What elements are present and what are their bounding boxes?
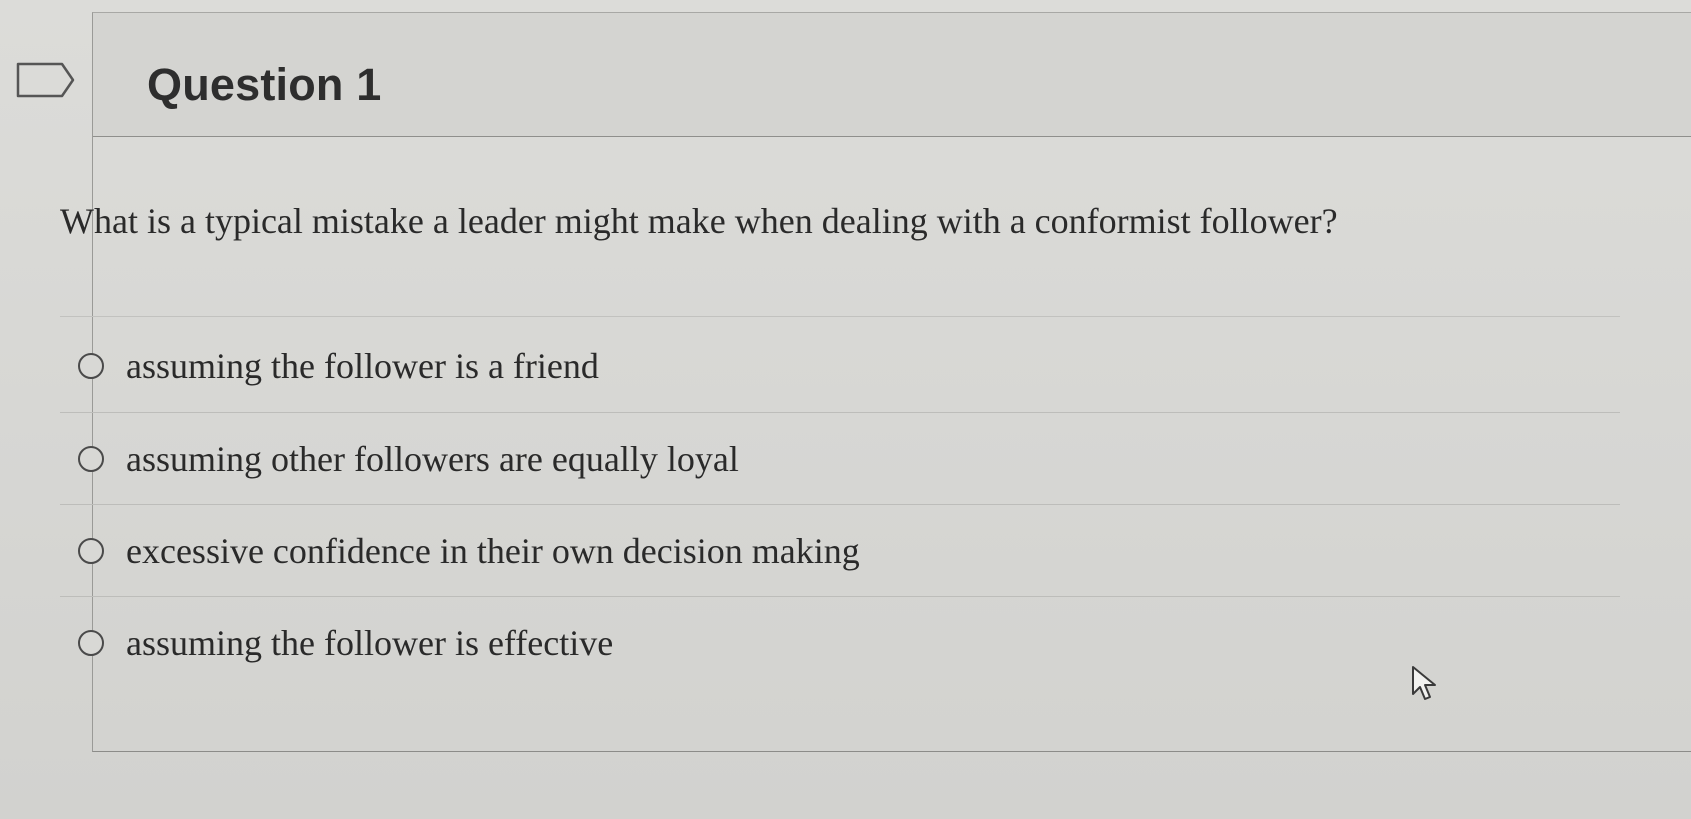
answer-option-label[interactable]: assuming other followers are equally loy… [126,438,739,480]
options-divider [60,316,1620,317]
answer-options: assuming the follower is a friend assumi… [60,320,1620,688]
radio-unchecked-icon[interactable] [78,353,104,379]
radio-unchecked-icon[interactable] [78,629,104,656]
answer-option-label[interactable]: assuming the follower is a friend [126,345,599,387]
question-title: Question 1 [147,59,382,110]
answer-option[interactable]: excessive confidence in their own decisi… [60,504,1620,596]
answer-option[interactable]: assuming other followers are equally loy… [60,412,1620,504]
question-header: Question 1 [93,13,1691,137]
radio-unchecked-icon[interactable] [78,537,104,564]
flag-question-icon[interactable] [16,62,76,98]
question-prompt: What is a typical mistake a leader might… [60,201,1338,241]
radio-unchecked-icon[interactable] [78,445,104,472]
quiz-page: Question 1 What is a typical mistake a l… [0,0,1691,819]
answer-option[interactable]: assuming the follower is a friend [60,320,1620,412]
answer-option-label[interactable]: assuming the follower is effective [126,622,613,664]
mouse-pointer-icon [1412,666,1436,700]
answer-option[interactable]: assuming the follower is effective [60,596,1620,688]
answer-option-label[interactable]: excessive confidence in their own decisi… [126,530,860,572]
